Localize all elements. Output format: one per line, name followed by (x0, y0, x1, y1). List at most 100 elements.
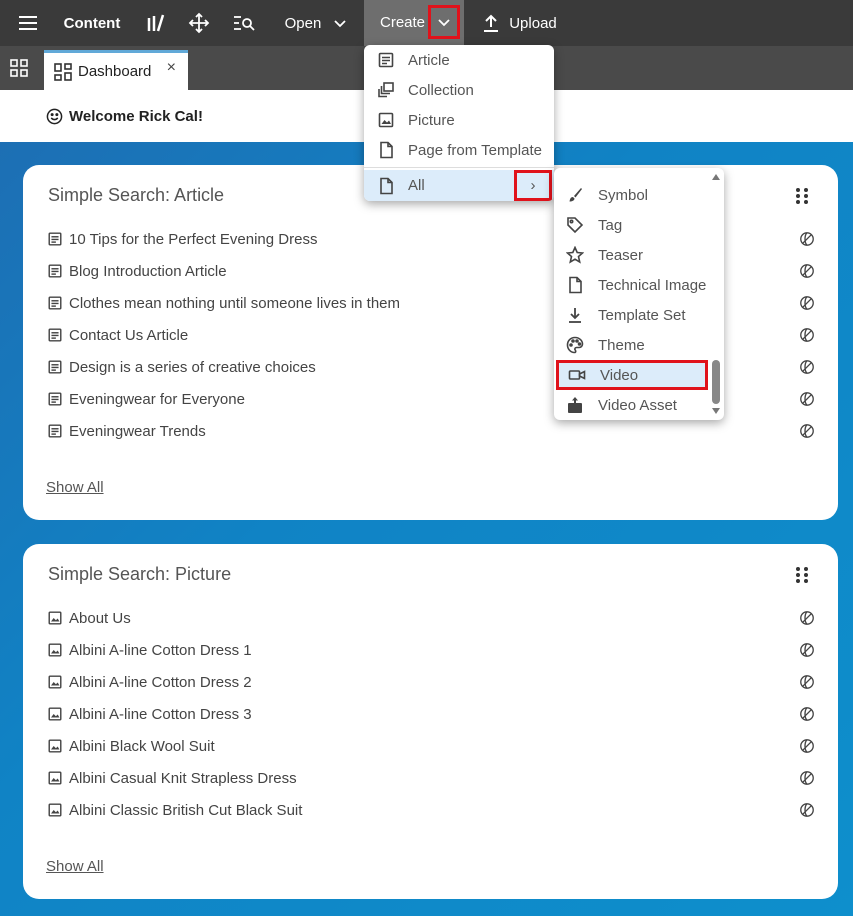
move-button[interactable] (184, 0, 214, 46)
chevron-down-icon (438, 19, 450, 27)
close-tab-button[interactable]: × (167, 59, 176, 77)
menu-item-label: Template Set (598, 306, 686, 324)
drag-handle-icon[interactable] (794, 187, 810, 205)
list-item-label: About Us (69, 609, 131, 627)
status-icon[interactable] (799, 738, 815, 754)
download-icon (569, 308, 581, 323)
panel-title: Simple Search: Picture (48, 564, 232, 584)
scroll-up-arrow-icon[interactable] (712, 174, 720, 180)
create-menu-item-article[interactable]: Article (364, 45, 554, 75)
article-icon (48, 424, 62, 438)
article-icon (48, 360, 62, 374)
article-icon (48, 392, 62, 406)
search-list-icon (234, 16, 255, 31)
create-button[interactable]: Create (364, 0, 464, 46)
menu-item-label: Tag (598, 216, 623, 234)
status-icon[interactable] (799, 327, 815, 343)
submenu-item-video[interactable]: Video (556, 360, 708, 390)
submenu-item-video-asset[interactable]: Video Asset (554, 390, 710, 420)
list-item[interactable]: About Us (47, 602, 815, 634)
hamburger-menu-button[interactable] (8, 0, 48, 46)
article-icon (378, 52, 394, 68)
menu-item-label: Page from Template (408, 141, 542, 159)
submenu-item-teaser[interactable]: Teaser (554, 240, 710, 270)
picture-icon (378, 112, 394, 128)
submenu-item-tag[interactable]: Tag (554, 210, 710, 240)
status-icon[interactable] (799, 770, 815, 786)
list-item-label: Albini A-line Cotton Dress 3 (69, 705, 252, 723)
picture-icon (48, 611, 62, 625)
submenu-item-template-set[interactable]: Template Set (554, 300, 710, 330)
status-icon[interactable] (799, 359, 815, 375)
dashboard-icon (10, 59, 28, 77)
smiley-icon (46, 108, 63, 124)
dashboard-icon (54, 62, 72, 81)
submenu-item-theme[interactable]: Theme (554, 330, 710, 360)
status-icon[interactable] (799, 610, 815, 626)
list-item-label: Eveningwear Trends (69, 422, 206, 440)
menu-item-label: Technical Image (598, 276, 707, 294)
list-item-label: Albini Classic British Cut Black Suit (69, 801, 303, 819)
dashboard-grid-button[interactable] (0, 46, 38, 90)
create-dropdown-toggle[interactable] (428, 5, 460, 39)
palette-icon (566, 336, 584, 354)
drag-handle-icon[interactable] (794, 566, 810, 584)
create-menu-item-all[interactable]: All › (364, 170, 554, 201)
list-item[interactable]: Albini A-line Cotton Dress 2 (47, 666, 815, 698)
list-item[interactable]: Albini Casual Knit Strapless Dress (47, 762, 815, 794)
open-button[interactable]: Open (276, 0, 356, 46)
picture-icon (48, 675, 62, 689)
create-menu: Article Collection Picture Page from Tem… (364, 45, 554, 201)
menu-item-label: Symbol (598, 186, 649, 204)
list-item-label: 10 Tips for the Perfect Evening Dress (69, 230, 318, 248)
upload-label: Upload (509, 14, 557, 32)
status-icon[interactable] (799, 263, 815, 279)
list-item[interactable]: Albini Black Wool Suit (47, 730, 815, 762)
search-button[interactable] (228, 0, 260, 46)
create-menu-item-picture[interactable]: Picture (364, 105, 554, 135)
picture-icon (48, 803, 62, 817)
status-icon[interactable] (799, 674, 815, 690)
submenu-item-symbol[interactable]: Symbol (554, 180, 710, 210)
show-all-link[interactable]: Show All (46, 479, 104, 496)
library-button[interactable] (140, 0, 170, 46)
submenu-scrollbar[interactable] (710, 174, 722, 414)
list-item[interactable]: Albini A-line Cotton Dress 1 (47, 634, 815, 666)
list-item[interactable]: Albini A-line Cotton Dress 3 (47, 698, 815, 730)
tab-dashboard-label: Dashboard (78, 63, 152, 80)
status-icon[interactable] (799, 391, 815, 407)
status-icon[interactable] (799, 231, 815, 247)
status-icon[interactable] (799, 802, 815, 818)
create-menu-item-collection[interactable]: Collection (364, 75, 554, 105)
star-icon (566, 246, 584, 264)
submenu-arrow-button[interactable]: › (514, 170, 552, 201)
scroll-thumb[interactable] (712, 360, 720, 404)
list-item-label: Eveningwear for Everyone (69, 390, 245, 408)
list-item-label: Blog Introduction Article (69, 262, 227, 280)
menu-item-label: All (408, 177, 425, 194)
upload-button[interactable]: Upload (478, 0, 562, 46)
status-icon[interactable] (799, 706, 815, 722)
tab-dashboard[interactable]: Dashboard × (44, 50, 188, 90)
welcome-text: Welcome Rick Cal! (69, 107, 203, 125)
video-icon (568, 370, 586, 380)
picture-icon (48, 643, 62, 657)
menu-divider (364, 167, 554, 168)
scroll-down-arrow-icon[interactable] (712, 408, 720, 414)
partial-list-item (566, 168, 706, 172)
show-all-link[interactable]: Show All (46, 858, 104, 875)
menu-item-label: Article (408, 51, 450, 69)
create-menu-item-page-from-template[interactable]: Page from Template (364, 135, 554, 165)
menu-item-label: Collection (408, 81, 474, 99)
status-icon[interactable] (799, 295, 815, 311)
page-icon (380, 177, 393, 194)
picture-icon (48, 707, 62, 721)
status-icon[interactable] (799, 642, 815, 658)
page-icon (380, 141, 393, 159)
move-icon (188, 12, 210, 34)
list-item[interactable]: Albini Classic British Cut Black Suit (47, 794, 815, 826)
content-button[interactable]: Content (58, 0, 126, 46)
submenu-item-technical-image[interactable]: Technical Image (554, 270, 710, 300)
status-icon[interactable] (799, 423, 815, 439)
open-label: Open (284, 14, 322, 32)
